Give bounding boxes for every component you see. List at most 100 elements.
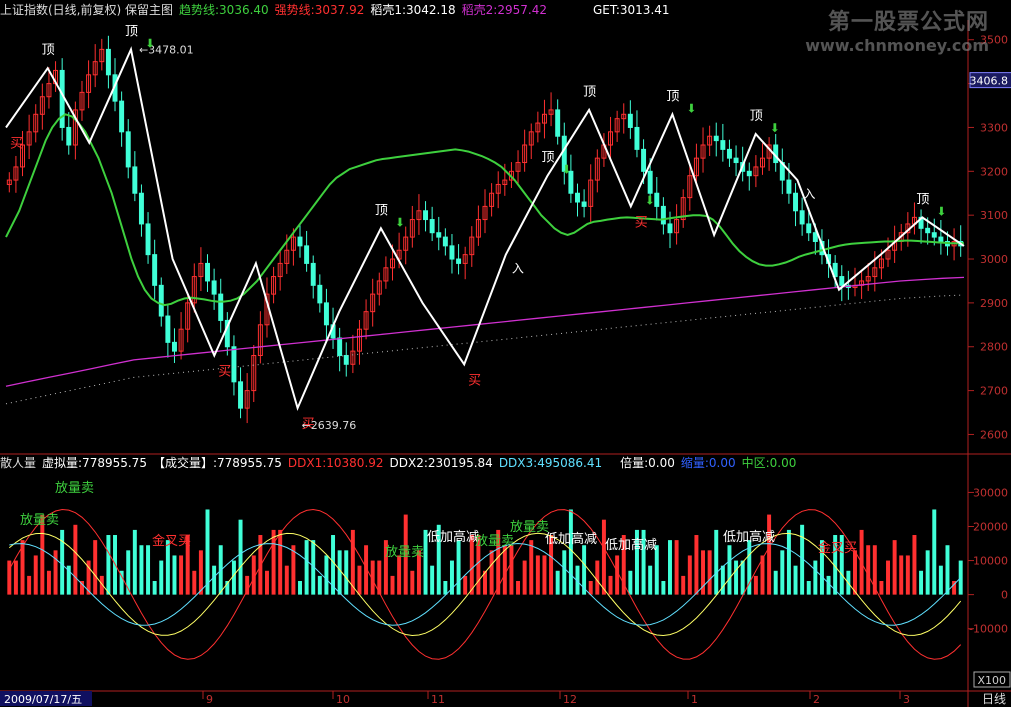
candle-body [59, 69, 65, 128]
candle-body [138, 192, 144, 225]
volume-bar [264, 570, 269, 595]
shrink-value: 缩量:0.00 [680, 456, 736, 470]
top-marker: 顶 [375, 203, 388, 218]
volume-tick-label: 0 [1001, 589, 1008, 602]
volume-bar [509, 545, 514, 595]
volume-bar [753, 575, 758, 595]
candle-body [310, 262, 316, 286]
month-tick-label: 10 [336, 693, 350, 706]
volume-bar [13, 560, 18, 595]
volume-bar [238, 519, 243, 595]
candle-body [575, 192, 580, 203]
volume-signal-label: 低加高减 [605, 537, 657, 553]
candle-body [720, 140, 726, 150]
volume-bar [773, 570, 778, 595]
volume-bar [601, 519, 606, 595]
candle-body [343, 355, 349, 365]
current-price-label: 3406.8 [970, 75, 1009, 88]
candle-body [641, 148, 647, 172]
stock-chart[interactable]: 2600270028002900300031003200330034003500… [0, 0, 1011, 707]
volume-bar [397, 555, 402, 595]
volume-bar [668, 540, 672, 595]
candle-body [119, 100, 125, 133]
start-date-label: 2009/07/17/五 [4, 693, 82, 706]
down-arrow-icon: ⬇ [145, 36, 155, 50]
enter-marker: 入 [512, 262, 524, 276]
volume-bar [390, 575, 395, 595]
candle-body [429, 219, 435, 234]
candle-body [238, 381, 244, 409]
month-tick-label: 1 [691, 693, 698, 706]
volume-bar [410, 570, 415, 595]
candle-body [66, 126, 72, 146]
trend-line-value: 趋势线:3036.40 [179, 3, 269, 17]
volume-bar [152, 581, 157, 595]
volume-bar [27, 575, 32, 595]
candle-body [581, 201, 587, 207]
candle-body [231, 346, 237, 383]
volume-bar [806, 581, 811, 595]
volume-bar [535, 555, 540, 595]
volume-bar [628, 570, 633, 595]
volume-bar [456, 540, 461, 595]
volume-bar [139, 545, 144, 595]
volume-bar [542, 555, 547, 595]
candle-body [733, 157, 739, 164]
period-label: 日线 [982, 692, 1006, 706]
volume-bar [720, 565, 725, 595]
volume-bar [932, 509, 937, 595]
top-marker: 顶 [916, 192, 929, 207]
price-tick-label: 2600 [980, 428, 1008, 441]
volume-bar [271, 529, 276, 595]
volume-bar [516, 581, 521, 595]
volume-bar [674, 540, 679, 595]
volume-bar [562, 550, 567, 595]
volume-bar [945, 545, 950, 595]
candle-body [555, 109, 561, 137]
shell2-value: 稻壳2:2957.42 [461, 3, 547, 17]
candle-body [667, 223, 673, 234]
ddx1-value: DDX1:10380.92 [287, 456, 384, 470]
top-marker: 顶 [125, 24, 138, 39]
volume-bar [866, 545, 871, 595]
top-marker: 顶 [42, 43, 55, 58]
candle-body [806, 223, 812, 234]
volume-bar [245, 575, 250, 595]
enter-marker: 入 [803, 187, 815, 201]
candle-body [158, 284, 164, 317]
volume-signal-label: 放量卖 [510, 520, 549, 535]
volume-bar [344, 550, 349, 595]
candle-body [925, 227, 931, 234]
chart-title: 上证指数(日线,前复权) 保留主图 [0, 3, 173, 17]
buy-marker: 买 [10, 136, 23, 151]
volume-bar [938, 565, 943, 595]
volume-bar [324, 555, 329, 595]
shell1-value: 稻壳1:3042.18 [370, 3, 456, 17]
candle-body [304, 245, 310, 264]
down-arrow-icon: ⬇ [645, 193, 655, 207]
volume-bar [958, 560, 963, 595]
volume-bar [443, 581, 448, 595]
down-arrow-icon: ⬇ [561, 163, 571, 177]
volume-bar [734, 560, 739, 595]
volume-bar [555, 570, 560, 595]
volume-signal-label: 低加高减 [545, 531, 597, 547]
down-arrow-icon: ⬇ [936, 204, 946, 218]
candle-body [442, 236, 448, 247]
down-arrow-icon: ⬇ [686, 101, 696, 115]
ma-magenta-line [5, 276, 965, 387]
watermark: 第一股票公式网 www.chnmoney.com [805, 4, 989, 55]
candle-body [205, 262, 210, 282]
watermark-url: www.chnmoney.com [805, 36, 989, 55]
candle-body [423, 210, 429, 221]
candle-body [931, 232, 937, 238]
volume-signal-label: 放量卖 [20, 513, 59, 528]
candle-body [323, 302, 329, 326]
ddx2-value: DDX2:230195.84 [389, 456, 493, 470]
volume-bar [198, 550, 203, 595]
volume-bar [780, 550, 785, 595]
volume-bar [767, 514, 772, 595]
candle-body [165, 315, 171, 343]
candle-body [746, 170, 752, 177]
volume-bar [694, 535, 699, 595]
